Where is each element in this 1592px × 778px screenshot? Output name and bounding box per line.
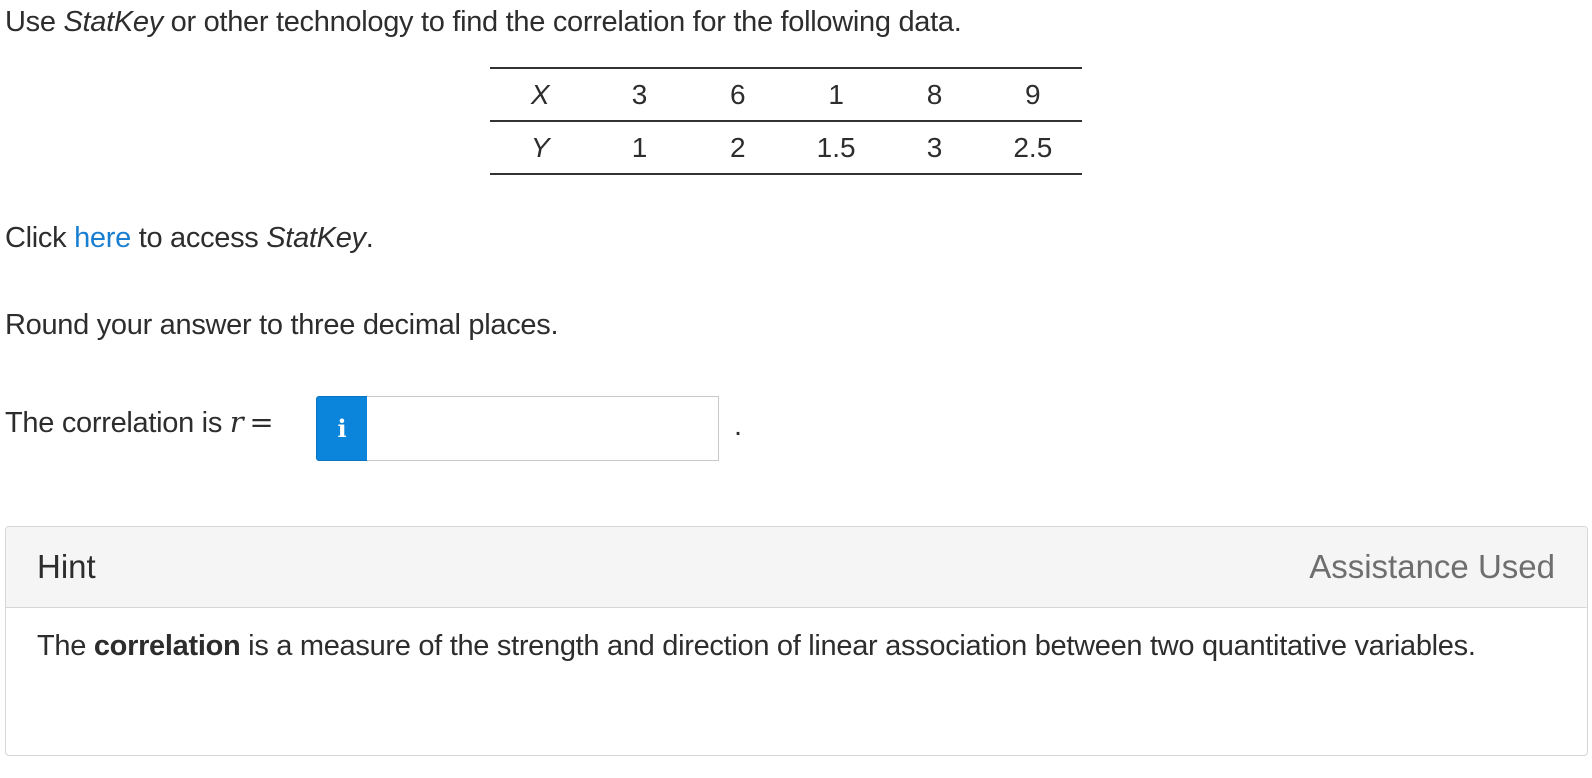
x-value: 1 (828, 78, 844, 110)
table-row-x: X 3 6 1 8 9 (490, 68, 1082, 121)
x-value: 3 (631, 78, 648, 110)
rounding-instruction: Round your answer to three decimal place… (5, 309, 559, 341)
question-page: Use StatKey or other technology to find … (0, 0, 1592, 778)
prompt-text-end: or other technology to find the correlat… (162, 6, 962, 38)
equals-sign: = (249, 405, 274, 439)
table-row-y: Y 1 2 1.5 3 2.5 (490, 121, 1082, 174)
hint-text: The (37, 630, 94, 662)
access-text-middle: to access (130, 222, 267, 254)
hint-title: Hint (37, 548, 96, 585)
correlation-answer-input[interactable] (367, 396, 719, 461)
prompt-text: Use (5, 6, 64, 38)
access-text: Click (5, 222, 75, 254)
hint-text-end: is a measure of the strength and directi… (240, 630, 1476, 662)
y-header: Y (530, 131, 550, 163)
info-button[interactable]: i (316, 396, 368, 461)
y-value: 3 (926, 131, 943, 163)
x-value: 9 (1025, 78, 1041, 110)
y-value: 2.5 (1013, 131, 1053, 163)
x-value: 6 (730, 78, 746, 110)
y-value: 1.5 (816, 131, 856, 163)
y-value: 1 (631, 131, 648, 163)
hint-body: The correlation is a measure of the stre… (6, 608, 1587, 668)
answer-label: The correlation is r = (5, 405, 274, 440)
answer-period: . (734, 410, 743, 442)
info-icon: i (337, 414, 347, 443)
y-value: 2 (730, 131, 746, 163)
question-prompt: Use StatKey or other technology to find … (5, 6, 962, 39)
r-variable: r (229, 405, 244, 439)
hint-header[interactable]: Hint Assistance Used (6, 527, 1587, 608)
statkey-access-line: Click here to access StatKey. (5, 222, 374, 255)
prompt-statkey: StatKey (63, 6, 163, 38)
access-statkey: StatKey (266, 222, 366, 254)
answer-label-text: The correlation is (5, 407, 230, 439)
x-header: X (530, 78, 550, 110)
hint-panel: Hint Assistance Used The correlation is … (5, 526, 1588, 756)
statkey-link[interactable]: here (74, 222, 131, 254)
assistance-used-label: Assistance Used (1309, 548, 1555, 585)
x-value: 8 (926, 78, 943, 110)
hint-term-correlation: correlation (93, 630, 241, 662)
data-table: X 3 6 1 8 9 Y 1 2 1.5 3 2.5 (490, 67, 1082, 175)
access-text-end: . (365, 222, 374, 254)
